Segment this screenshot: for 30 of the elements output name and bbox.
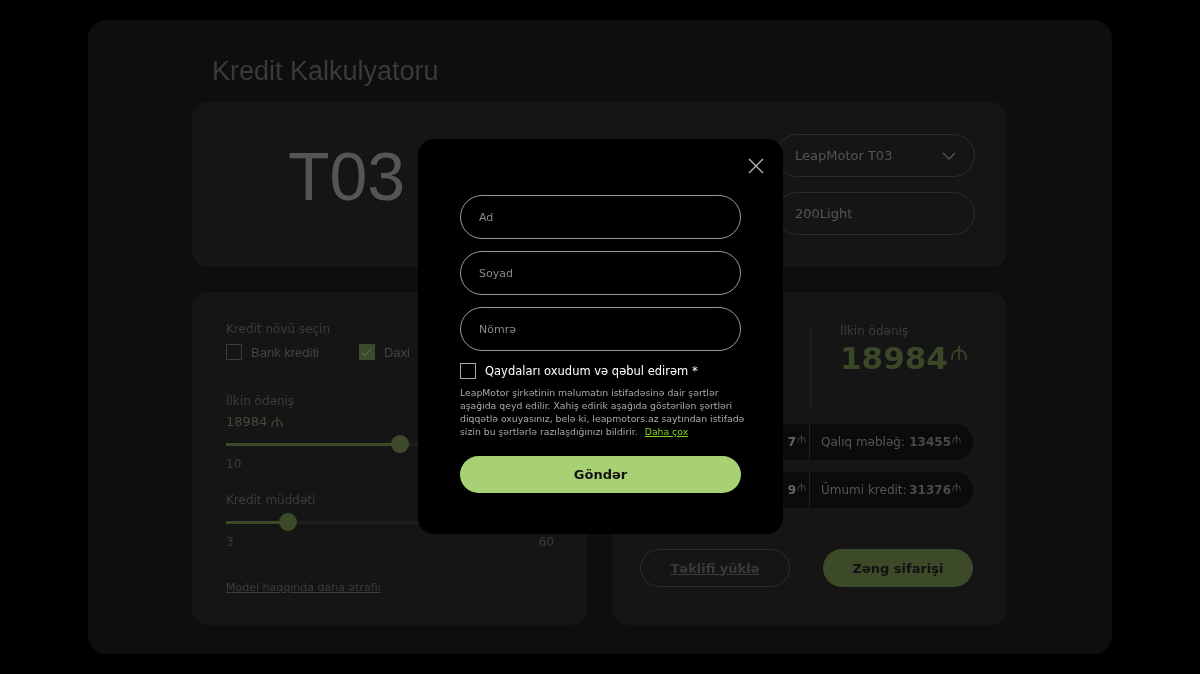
currency-icon: [797, 435, 806, 443]
currency-icon: [952, 435, 961, 443]
slider-thumb[interactable]: [279, 513, 298, 531]
more-link[interactable]: Daha çox: [644, 426, 689, 437]
call-request-button[interactable]: Zəng sifarişi: [823, 549, 973, 587]
checkbox[interactable]: [358, 344, 375, 360]
currency-icon: [952, 483, 961, 491]
summary-value: 9: [787, 483, 796, 497]
submit-button[interactable]: Göndər: [460, 456, 741, 493]
checkmark-icon: [361, 347, 373, 357]
model-name: T03: [288, 142, 406, 210]
currency-icon: [949, 346, 968, 360]
input-field[interactable]: Ad: [460, 195, 741, 239]
consent-label: Qaydaları oxudum və qəbul edirəm *: [485, 364, 698, 378]
currency-icon: [271, 416, 284, 427]
summary-value: 31376: [909, 483, 951, 497]
close-button[interactable]: [748, 158, 764, 174]
currency-icon: [797, 483, 806, 491]
summary-value: 13455: [909, 435, 951, 449]
chevron-down-icon: [942, 151, 956, 160]
summary-label: Ümumi kredit:: [821, 483, 907, 497]
slider-thumb[interactable]: [390, 435, 409, 453]
summary-value: 7: [787, 435, 796, 449]
checkbox[interactable]: [460, 363, 476, 379]
input-field[interactable]: Nömrə: [460, 307, 741, 351]
close-icon: [748, 158, 764, 174]
terms-text: LeapMotor şirkətinin məlumatın istifadəsinə dair şərtlər aşağıda qeyd edilir. Xahiş edirik aşağıda göstərilən şərtləri diqqətlə oxuyasınız, belə ki, leapmotors.az saytından istifadə sizin bu şərtlərlə razılaşdığınızı bildirir. Daha çox: [460, 386, 745, 438]
checkbox[interactable]: [226, 344, 242, 360]
input-field[interactable]: Soyad: [460, 251, 741, 295]
summary-label: Qalıq məbləğ:: [821, 435, 905, 449]
